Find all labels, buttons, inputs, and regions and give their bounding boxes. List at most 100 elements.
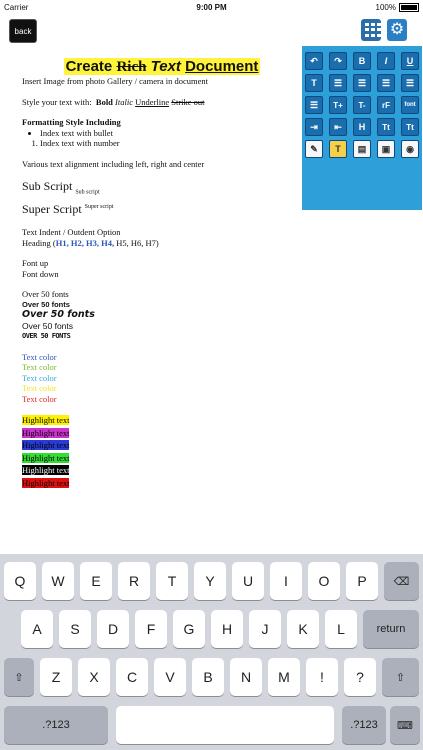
- redo-icon[interactable]: ↷: [329, 52, 347, 70]
- align-center-icon[interactable]: ☰: [305, 96, 323, 114]
- number-list-icon[interactable]: ☰: [353, 74, 371, 92]
- key-s[interactable]: S: [59, 610, 91, 648]
- highlight-sample: Highlight text: [22, 427, 70, 438]
- settings-gear-icon[interactable]: ⚙: [387, 19, 407, 41]
- text-color-sample: Text color: [22, 362, 57, 373]
- key-j[interactable]: J: [249, 610, 281, 648]
- shift-key-left[interactable]: ⇧: [4, 658, 34, 696]
- highlight-icon[interactable]: ▤: [353, 140, 371, 158]
- align-left-icon[interactable]: ☰: [377, 74, 395, 92]
- key-l[interactable]: L: [325, 610, 357, 648]
- key-[interactable]: !: [306, 658, 338, 696]
- underline-button[interactable]: U: [401, 52, 419, 70]
- highlight-line: Highlight text: [22, 427, 302, 440]
- key-q[interactable]: Q: [4, 562, 36, 600]
- undo-icon[interactable]: ↶: [305, 52, 323, 70]
- formatting-panel: ↶ ↷ B I U T ☰ ☰ ☰ ☰ ☰ T+ T- rF font ⇥ ⇤ …: [302, 46, 422, 210]
- key-t[interactable]: T: [156, 562, 188, 600]
- key-r[interactable]: R: [118, 562, 150, 600]
- italic-button[interactable]: I: [377, 52, 395, 70]
- key-w[interactable]: W: [42, 562, 74, 600]
- text-color-sample: Text color: [22, 393, 57, 404]
- bullet-list-icon[interactable]: ☰: [329, 74, 347, 92]
- font-sample-3: Over 50 fonts: [22, 309, 95, 321]
- keyboard-row-3: ⇧ ⇧ Z X C V B N M!?: [0, 658, 423, 698]
- key-h[interactable]: H: [211, 610, 243, 648]
- key-b[interactable]: B: [192, 658, 224, 696]
- back-button[interactable]: back: [9, 19, 37, 43]
- highlight-line: Highlight text: [22, 477, 302, 490]
- key-d[interactable]: D: [97, 610, 129, 648]
- bold-button[interactable]: B: [353, 52, 371, 70]
- font-up-button[interactable]: T+: [329, 96, 347, 114]
- font-down-line: Font down: [22, 268, 59, 279]
- shift-key-right[interactable]: ⇧: [382, 658, 419, 696]
- onscreen-keyboard: Q W E R T Y U I O P ⌫ A S D F G H J K Lreturn ⇧ ⇧ Z X C V B N M!? …: [0, 554, 423, 750]
- font-sample-4: Over 50 fonts: [22, 320, 74, 331]
- key-n[interactable]: N: [230, 658, 262, 696]
- key-o[interactable]: O: [308, 562, 340, 600]
- text-color-button[interactable]: T: [329, 140, 347, 158]
- key-k[interactable]: K: [287, 610, 319, 648]
- highlight-sample: Highlight text: [22, 415, 70, 426]
- document-editor[interactable]: Create Rich Text Document Insert Image f…: [22, 58, 302, 489]
- font-sample-1: Over 50 fonts: [22, 289, 69, 300]
- font-down-button[interactable]: T-: [353, 96, 371, 114]
- panel-row-5: ✎ T ▤ ▣ ◉: [305, 140, 419, 158]
- space-key[interactable]: [116, 706, 334, 744]
- font-up-line: Font up: [22, 258, 49, 269]
- key-m[interactable]: M: [268, 658, 300, 696]
- hide-keyboard-icon[interactable]: ⌨: [390, 706, 420, 744]
- key-i[interactable]: I: [270, 562, 302, 600]
- numbers-mode-key-left[interactable]: .?123: [4, 706, 108, 744]
- subscript-line: Sub Script Sub script: [22, 179, 100, 196]
- backspace-key[interactable]: ⌫: [384, 562, 419, 600]
- highlight-line: Highlight text: [22, 414, 302, 427]
- panel-row-4: ⇥ ⇤ H Tt Tt: [305, 118, 419, 136]
- remove-format-button[interactable]: rF: [377, 96, 395, 114]
- key-y[interactable]: Y: [194, 562, 226, 600]
- highlight-sample: Highlight text: [22, 477, 70, 488]
- key-g[interactable]: G: [173, 610, 205, 648]
- camera-icon[interactable]: ◉: [401, 140, 419, 158]
- heading-line: Heading (H1, H2, H3, H4, H5, H6, H7): [22, 237, 159, 248]
- key-a[interactable]: A: [21, 610, 53, 648]
- key-v[interactable]: V: [154, 658, 186, 696]
- alignment-line: Various text alignment including left, r…: [22, 158, 205, 169]
- return-key[interactable]: return: [363, 610, 419, 648]
- heading-button[interactable]: H: [353, 118, 371, 136]
- superscript-button[interactable]: Tt: [401, 118, 419, 136]
- key-e[interactable]: E: [80, 562, 112, 600]
- highlight-samples: Highlight text Highlight text Highlight te…: [22, 414, 302, 489]
- bullet-list: Index text with bullet: [22, 128, 302, 139]
- highlight-line: Highlight text: [22, 439, 302, 452]
- numbers-mode-key-right[interactable]: .?123: [342, 706, 386, 744]
- keypad-grid-icon[interactable]: [361, 19, 381, 41]
- superscript-line: Super Script Super script: [22, 202, 114, 217]
- highlight-sample: Highlight text: [22, 465, 70, 476]
- formatting-heading: Formatting Style Including: [22, 117, 121, 127]
- font-button[interactable]: font: [401, 96, 419, 114]
- align-right-icon[interactable]: ☰: [401, 74, 419, 92]
- indent-icon[interactable]: ⇥: [305, 118, 323, 136]
- document-title: Create Rich Text Document: [63, 58, 261, 75]
- strike-text-button[interactable]: T: [305, 74, 323, 92]
- color-pencils-icon[interactable]: ✎: [305, 140, 323, 158]
- key-x[interactable]: X: [78, 658, 110, 696]
- outdent-icon[interactable]: ⇤: [329, 118, 347, 136]
- key-p[interactable]: P: [346, 562, 378, 600]
- indent-line: Text Indent / Outdent Option: [22, 227, 121, 238]
- highlight-sample: Highlight text: [22, 452, 70, 463]
- highlight-sample: Highlight text: [22, 440, 70, 451]
- status-time: 9:00 PM: [196, 3, 227, 12]
- subscript-button[interactable]: Tt: [377, 118, 395, 136]
- key-[interactable]: ?: [344, 658, 376, 696]
- top-toolbar: back ⚙: [0, 16, 423, 46]
- key-u[interactable]: U: [232, 562, 264, 600]
- key-f[interactable]: F: [135, 610, 167, 648]
- key-z[interactable]: Z: [40, 658, 72, 696]
- text-color-sample: Text color: [22, 383, 57, 394]
- keyboard-row-2: A S D F G H J K Lreturn: [0, 610, 423, 650]
- key-c[interactable]: C: [116, 658, 148, 696]
- image-icon[interactable]: ▣: [377, 140, 395, 158]
